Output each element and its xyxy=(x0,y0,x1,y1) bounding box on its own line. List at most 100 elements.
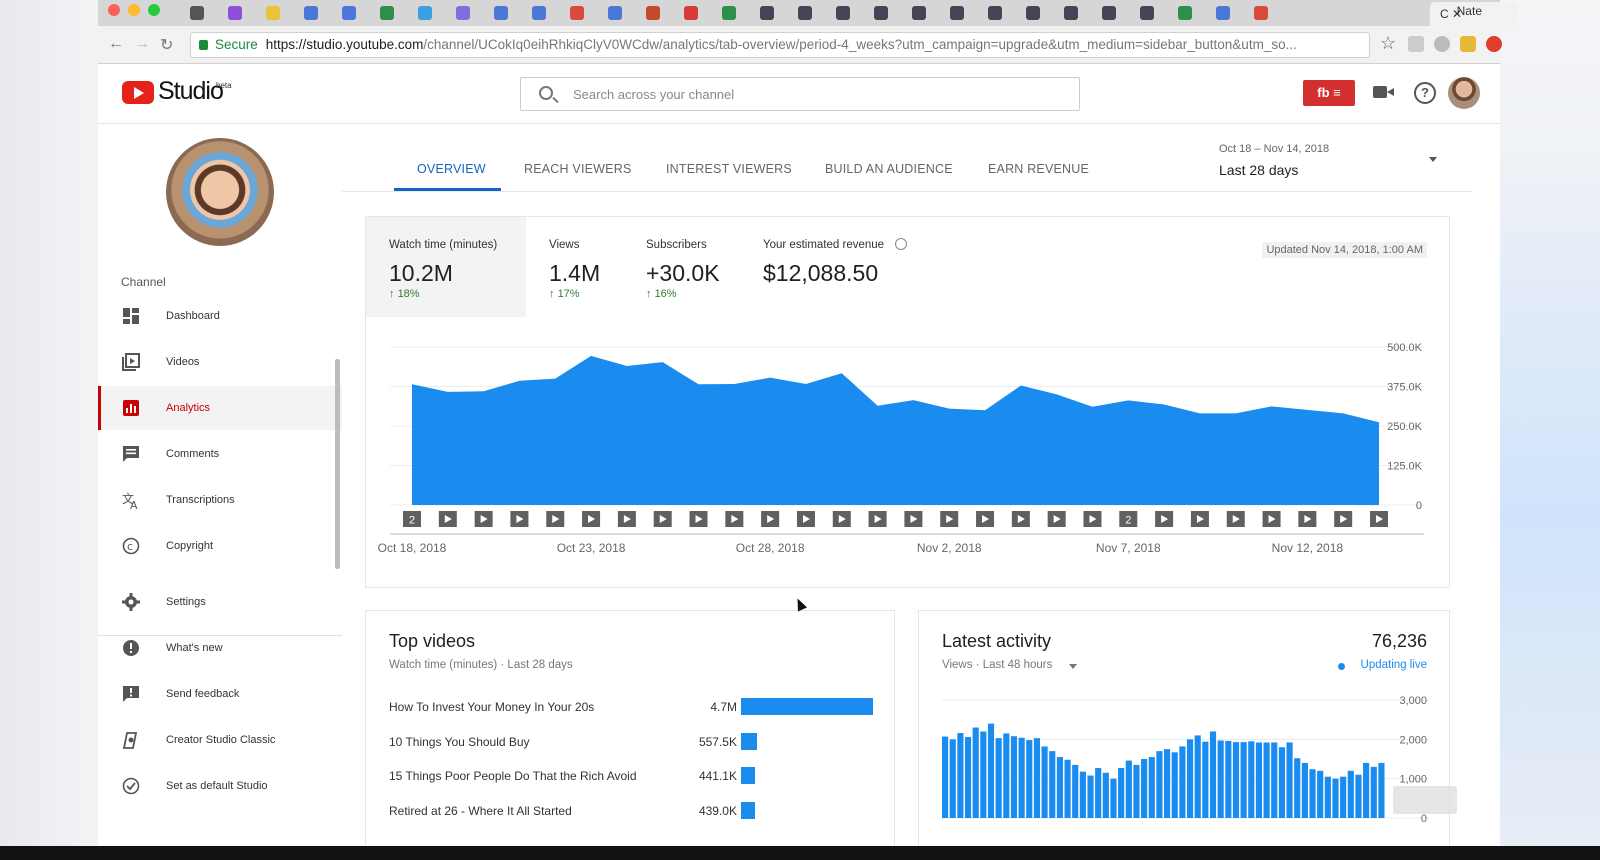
sidebar-item-videos[interactable]: Videos xyxy=(98,340,342,384)
activity-bar[interactable] xyxy=(1102,772,1109,818)
activity-bar[interactable] xyxy=(1340,776,1347,818)
browser-tab[interactable] xyxy=(294,2,332,24)
browser-tab[interactable] xyxy=(1016,2,1054,24)
browser-tab[interactable] xyxy=(1244,2,1282,24)
activity-bar[interactable] xyxy=(942,736,949,818)
extension-icon[interactable] xyxy=(1486,36,1502,52)
browser-tab[interactable] xyxy=(750,2,788,24)
activity-bar[interactable] xyxy=(1278,747,1285,818)
tab-build-an-audience[interactable]: BUILD AN AUDIENCE xyxy=(825,162,953,176)
studio-brand[interactable]: Studio xyxy=(158,77,224,106)
help-icon[interactable]: ? xyxy=(1414,82,1436,104)
activity-bar[interactable] xyxy=(1003,733,1010,818)
activity-bar[interactable] xyxy=(1018,737,1025,818)
browser-tab[interactable] xyxy=(712,2,750,24)
create-video-icon[interactable] xyxy=(1373,86,1394,98)
watch-time-area[interactable] xyxy=(412,355,1379,505)
activity-bar[interactable] xyxy=(1148,757,1155,818)
activity-bar[interactable] xyxy=(1363,762,1370,818)
activity-bar[interactable] xyxy=(1240,742,1247,818)
sidebar-item-send-feedback[interactable]: Send feedback xyxy=(98,672,342,716)
activity-bar[interactable] xyxy=(1217,740,1224,818)
browser-tab[interactable] xyxy=(1168,2,1206,24)
browser-tab[interactable] xyxy=(788,2,826,24)
activity-bar[interactable] xyxy=(1064,759,1071,818)
bookmark-star-icon[interactable]: ☆ xyxy=(1380,33,1396,54)
activity-bar[interactable] xyxy=(1370,766,1377,818)
notification-badge-button[interactable]: fb ≡ xyxy=(1303,80,1355,106)
tab-reach-viewers[interactable]: REACH VIEWERS xyxy=(524,162,631,176)
activity-bar[interactable] xyxy=(1010,736,1018,818)
activity-bar[interactable] xyxy=(972,727,979,818)
browser-tab[interactable] xyxy=(826,2,864,24)
extension-icon[interactable] xyxy=(1434,36,1450,52)
account-avatar[interactable] xyxy=(1448,77,1480,109)
views-metric[interactable]: Views 1.4M ↑ 17% xyxy=(526,217,623,317)
sidebar-item-copyright[interactable]: c Copyright xyxy=(98,524,342,568)
browser-tab[interactable] xyxy=(674,2,712,24)
activity-bar[interactable] xyxy=(1133,764,1140,818)
browser-tab[interactable] xyxy=(864,2,902,24)
activity-bar[interactable] xyxy=(957,733,964,818)
activity-bar[interactable] xyxy=(1355,774,1362,818)
sidebar-item-what-s-new[interactable]: What's new xyxy=(98,626,342,670)
minimize-window-icon[interactable] xyxy=(128,4,140,16)
top-video-row[interactable]: 15 Things Poor People Do That the Rich A… xyxy=(389,766,879,786)
browser-tab[interactable] xyxy=(940,2,978,24)
activity-bar[interactable] xyxy=(1171,752,1178,818)
activity-bar[interactable] xyxy=(1164,749,1171,818)
browser-tab[interactable] xyxy=(978,2,1016,24)
extension-icon[interactable] xyxy=(1408,36,1424,52)
activity-bar[interactable] xyxy=(1110,778,1117,818)
activity-bar[interactable] xyxy=(1194,735,1201,818)
activity-bar[interactable] xyxy=(1125,760,1132,818)
top-video-title[interactable]: 15 Things Poor People Do That the Rich A… xyxy=(389,769,637,783)
browser-tab[interactable] xyxy=(370,2,408,24)
browser-tab[interactable] xyxy=(1206,2,1244,24)
browser-tab[interactable] xyxy=(332,2,370,24)
activity-bar[interactable] xyxy=(1263,742,1270,818)
sidebar-item-creator-studio-classic[interactable]: Creator Studio Classic xyxy=(98,718,342,762)
youtube-logo-icon[interactable] xyxy=(122,81,154,104)
browser-tab[interactable] xyxy=(1054,2,1092,24)
activity-bar[interactable] xyxy=(1056,757,1063,818)
subscribers-metric[interactable]: Subscribers +30.0K ↑ 16% xyxy=(623,217,740,317)
activity-bar[interactable] xyxy=(1087,775,1094,818)
browser-tab[interactable] xyxy=(408,2,446,24)
browser-tab[interactable] xyxy=(522,2,560,24)
activity-bar[interactable] xyxy=(980,731,987,818)
forward-icon[interactable]: → xyxy=(134,35,150,53)
activity-bar[interactable] xyxy=(995,738,1002,818)
video-overlay-controls[interactable] xyxy=(1393,786,1457,814)
activity-bar[interactable] xyxy=(987,723,995,818)
activity-bar[interactable] xyxy=(1026,740,1033,818)
top-video-row[interactable]: How To Invest Your Money In Your 20s 4.7M xyxy=(389,697,879,717)
activity-bar[interactable] xyxy=(1294,758,1301,818)
sidebar-item-transcriptions[interactable]: 文 A Transcriptions xyxy=(98,478,342,522)
activity-bar[interactable] xyxy=(1248,741,1255,818)
sidebar-item-set-as-default-studio[interactable]: Set as default Studio xyxy=(98,764,342,808)
browser-tab[interactable] xyxy=(256,2,294,24)
sidebar-item-dashboard[interactable]: Dashboard xyxy=(98,294,342,338)
reload-icon[interactable]: ↻ xyxy=(160,35,173,55)
activity-bar[interactable] xyxy=(1255,742,1263,818)
activity-bar[interactable] xyxy=(1271,742,1278,818)
browser-tab[interactable] xyxy=(446,2,484,24)
activity-bar[interactable] xyxy=(1324,776,1331,818)
activity-bar[interactable] xyxy=(1072,764,1079,818)
tab-overview[interactable]: OVERVIEW xyxy=(417,162,486,176)
activity-bar[interactable] xyxy=(1118,768,1125,818)
activity-bar[interactable] xyxy=(1332,778,1339,818)
activity-bar[interactable] xyxy=(1141,759,1148,818)
url-field[interactable]: Secure https://studio.youtube.com/channel… xyxy=(190,32,1370,58)
browser-tab[interactable] xyxy=(1092,2,1130,24)
activity-bar[interactable] xyxy=(1301,762,1308,818)
top-video-title[interactable]: How To Invest Your Money In Your 20s xyxy=(389,700,594,714)
back-icon[interactable]: ← xyxy=(108,35,124,53)
activity-bar[interactable] xyxy=(1041,746,1048,818)
date-range-text[interactable]: Oct 18 – Nov 14, 2018 xyxy=(1219,143,1329,155)
date-range-label[interactable]: Last 28 days xyxy=(1219,162,1298,178)
activity-bar[interactable] xyxy=(1317,770,1324,818)
sidebar-scrollbar[interactable] xyxy=(335,359,340,569)
views-period-selector[interactable]: Views · Last 48 hours xyxy=(942,659,1052,671)
